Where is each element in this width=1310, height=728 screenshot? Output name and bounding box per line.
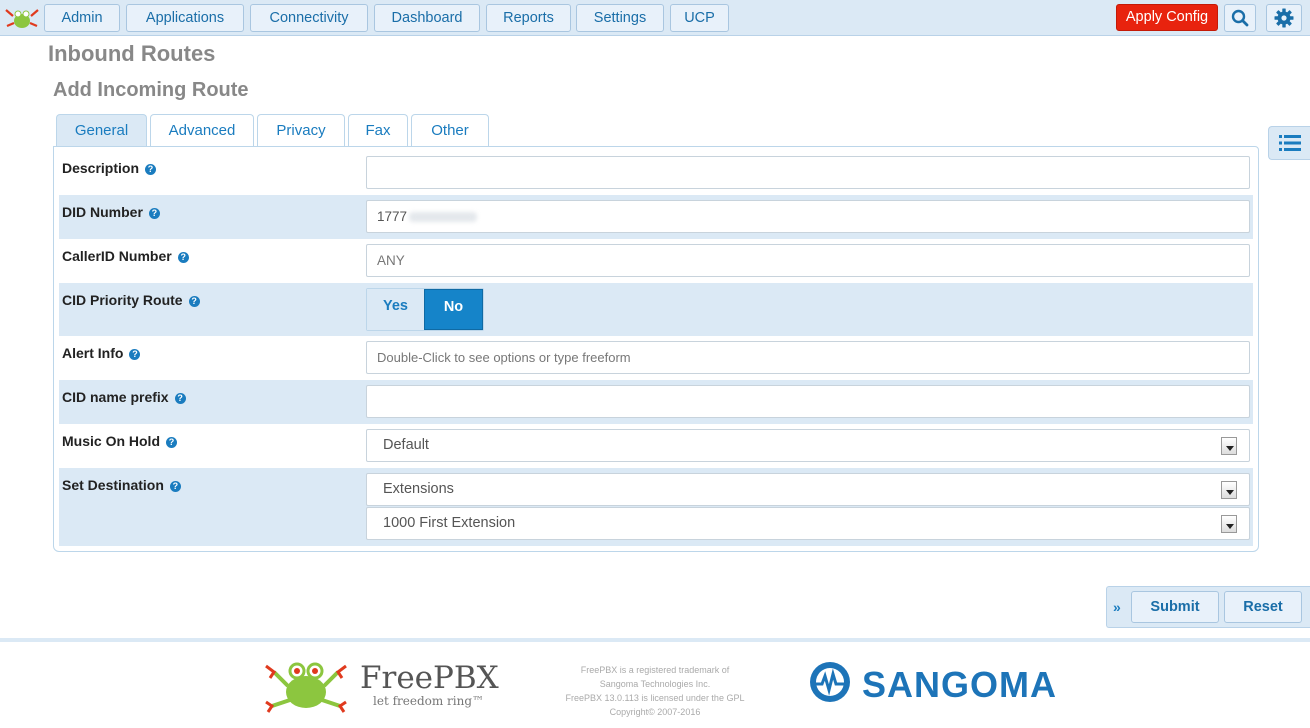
tab-other[interactable]: Other (411, 114, 489, 147)
settings-button[interactable] (1266, 4, 1302, 32)
reset-button[interactable]: Reset (1224, 591, 1302, 623)
cid-prefix-label: CID name prefix? (62, 389, 186, 405)
help-icon[interactable]: ? (148, 208, 160, 219)
help-icon[interactable]: ? (129, 349, 141, 360)
alert-info-label: Alert Info? (62, 345, 141, 361)
destination-type-select[interactable]: Extensions (366, 473, 1250, 506)
cid-priority-yes[interactable]: Yes (367, 289, 424, 330)
help-icon[interactable]: ? (188, 296, 200, 307)
submit-button[interactable]: Submit (1131, 591, 1219, 623)
action-bar: » Submit Reset (1106, 586, 1310, 628)
collapse-chevron-icon[interactable]: » (1113, 599, 1121, 615)
nav-reports[interactable]: Reports (486, 4, 571, 32)
nav-admin[interactable]: Admin (44, 4, 120, 32)
chevron-down-icon (1221, 515, 1237, 533)
cid-priority-no[interactable]: No (424, 289, 483, 330)
freepbx-logo-icon[interactable] (4, 6, 40, 30)
legal-text: FreePBX is a registered trademark of San… (565, 665, 745, 717)
cid-prefix-field[interactable] (366, 385, 1250, 418)
cid-priority-label: CID Priority Route? (62, 292, 200, 308)
nav-ucp[interactable]: UCP (670, 4, 729, 32)
freepbx-tagline: let freedom ring™ (373, 694, 485, 708)
help-icon[interactable]: ? (169, 481, 181, 492)
search-button[interactable] (1224, 4, 1256, 32)
list-icon (1278, 135, 1301, 151)
moh-selected: Default (383, 437, 429, 453)
sidebar-toggle-button[interactable] (1268, 126, 1310, 160)
freepbx-frog-logo (265, 662, 347, 713)
callerid-number-field[interactable]: ANY (366, 244, 1250, 277)
tab-advanced[interactable]: Advanced (150, 114, 254, 147)
moh-label: Music On Hold? (62, 433, 177, 449)
help-icon[interactable]: ? (166, 437, 177, 448)
nav-settings[interactable]: Settings (576, 4, 664, 32)
destination-type-selected: Extensions (383, 481, 454, 497)
description-field[interactable] (366, 156, 1250, 189)
redacted-blur (409, 212, 478, 222)
did-number-field[interactable]: 1777 (366, 200, 1250, 233)
did-number-value: 1777 (377, 209, 408, 224)
search-icon (1231, 9, 1249, 27)
cid-priority-toggle: Yes No (366, 288, 484, 331)
gear-icon (1274, 8, 1294, 28)
page-title: Inbound Routes (48, 41, 216, 66)
did-label: DID Number? (62, 204, 160, 220)
tab-fax[interactable]: Fax (348, 114, 408, 147)
sangoma-wordmark: SANGOMA (862, 664, 1057, 705)
tab-general[interactable]: General (56, 114, 147, 147)
destination-label: Set Destination? (62, 477, 181, 493)
apply-config-button[interactable]: Apply Config (1116, 4, 1218, 31)
tab-privacy[interactable]: Privacy (257, 114, 345, 147)
help-icon[interactable]: ? (145, 164, 157, 175)
moh-select[interactable]: Default (366, 429, 1250, 462)
row-cid-priority: CID Priority Route? (59, 283, 1253, 336)
nav-connectivity[interactable]: Connectivity (250, 4, 368, 32)
help-icon[interactable]: ? (174, 393, 186, 404)
nav-dashboard[interactable]: Dashboard (374, 4, 480, 32)
page-subtitle: Add Incoming Route (53, 79, 249, 101)
description-label: Description? (62, 160, 157, 176)
nav-applications[interactable]: Applications (126, 4, 244, 32)
destination-target-selected: 1000 First Extension (383, 515, 516, 531)
top-nav: Admin Applications Connectivity Dashboar… (0, 0, 1310, 36)
help-icon[interactable]: ? (177, 252, 189, 263)
chevron-down-icon (1221, 481, 1237, 499)
sangoma-logo-icon (810, 662, 850, 702)
footer: FreePBX let freedom ring™ FreePBX is a r… (0, 638, 1310, 728)
destination-target-select[interactable]: 1000 First Extension (366, 507, 1250, 540)
chevron-down-icon (1221, 437, 1237, 455)
freepbx-brand: FreePBX (360, 660, 499, 696)
alert-info-field[interactable]: Double-Click to see options or type free… (366, 341, 1250, 374)
callerid-label: CallerID Number? (62, 248, 189, 264)
